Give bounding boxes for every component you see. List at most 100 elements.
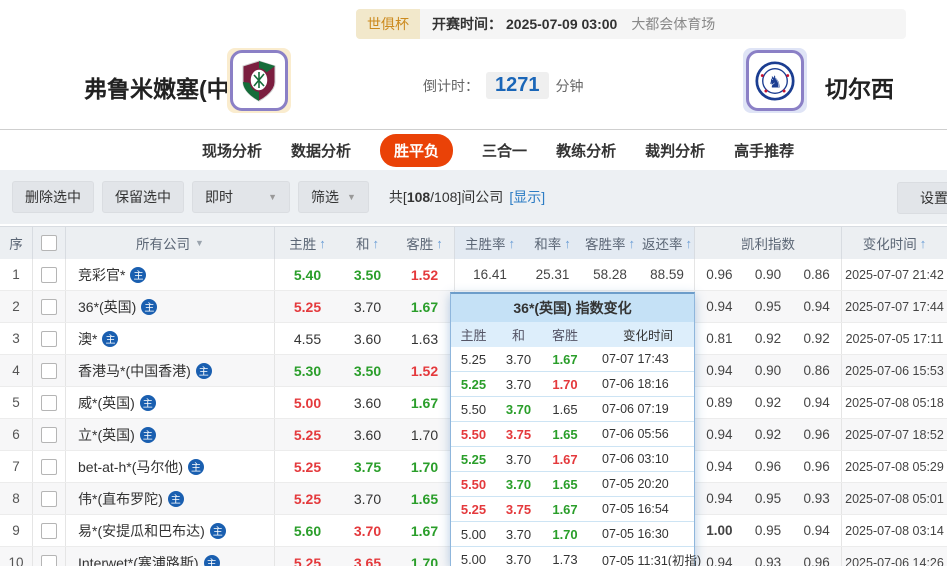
- odds-draw[interactable]: 3.70: [340, 483, 395, 514]
- odds-draw[interactable]: 3.50: [340, 259, 395, 290]
- odds-away[interactable]: 1.70: [395, 419, 455, 450]
- tab-data[interactable]: 数据分析: [291, 140, 351, 161]
- company-label: 伟*(直布罗陀): [78, 490, 163, 507]
- rate-away: 58.28: [593, 267, 627, 282]
- row-checkbox[interactable]: [41, 458, 57, 475]
- odds-draw[interactable]: 3.60: [340, 387, 395, 418]
- odds-draw[interactable]: 3.60: [340, 323, 395, 354]
- sort-up-icon[interactable]: ↑: [629, 236, 636, 251]
- row-checkbox[interactable]: [41, 426, 57, 443]
- odds-home[interactable]: 5.25: [275, 291, 340, 322]
- odds-home[interactable]: 4.55: [275, 323, 340, 354]
- company-name[interactable]: bet-at-h*(马尔他) 主: [66, 451, 275, 482]
- delete-selected-button[interactable]: 删除选中: [12, 181, 94, 213]
- row-checkbox[interactable]: [41, 394, 57, 411]
- row-checkbox[interactable]: [41, 298, 57, 315]
- odds-home[interactable]: 5.25: [275, 483, 340, 514]
- company-name[interactable]: 威*(英国) 主: [66, 387, 275, 418]
- row-checkbox-cell: [33, 515, 66, 546]
- company-count: 共[108/108]间公司: [388, 189, 504, 205]
- odds-home[interactable]: 5.30: [275, 355, 340, 386]
- select-all-checkbox[interactable]: [41, 235, 57, 251]
- row-checkbox[interactable]: [41, 362, 57, 379]
- row-checkbox[interactable]: [41, 330, 57, 347]
- away-team-name: 切尔西: [825, 76, 894, 102]
- change-time: 2025-07-08 05:29: [845, 459, 944, 474]
- show-link[interactable]: [显示]: [509, 187, 545, 207]
- column-header-label: 客胜率: [585, 237, 626, 252]
- sort-up-icon[interactable]: ↑: [564, 236, 571, 251]
- kelly-draw: 0.92: [754, 331, 782, 346]
- kickoff-label: 开赛时间：: [432, 16, 502, 32]
- row-checkbox[interactable]: [41, 554, 57, 566]
- fluminense-shield-icon: [242, 59, 276, 102]
- away-crest-frame: ♞: [746, 50, 804, 111]
- row-checkbox[interactable]: [41, 266, 57, 283]
- odds-home[interactable]: 5.00: [275, 387, 340, 418]
- odds-away[interactable]: 1.63: [395, 323, 455, 354]
- tab-expert[interactable]: 高手推荐: [734, 140, 794, 161]
- tab-coach[interactable]: 教练分析: [556, 140, 616, 161]
- home-odds-badge-icon: 主: [102, 330, 119, 347]
- rate-payout: 88.59: [640, 259, 695, 290]
- company-name[interactable]: 竞彩官* 主: [66, 259, 275, 290]
- odds-away[interactable]: 1.67: [395, 291, 455, 322]
- table-row[interactable]: 1 竞彩官* 主 5.40 3.50 1.52 16.41 25.31 58.28 88.59 0.…: [0, 259, 947, 291]
- popup-odds-away: 1.70: [552, 526, 578, 542]
- odds-away[interactable]: 1.52: [395, 355, 455, 386]
- odds-away[interactable]: 1.67: [395, 387, 455, 418]
- company-count-selected: 108: [406, 189, 431, 205]
- tab-wdl[interactable]: 胜平负: [380, 133, 454, 167]
- sort-up-icon[interactable]: ↑: [920, 236, 927, 251]
- kelly-values: 0.81 0.92 0.92: [695, 331, 841, 346]
- tab-three-in-one[interactable]: 三合一: [482, 140, 527, 161]
- company-name[interactable]: 36*(英国) 主: [66, 291, 275, 322]
- odds-away[interactable]: 1.65: [395, 483, 455, 514]
- kelly-draw: 0.90: [754, 267, 782, 282]
- odds-draw[interactable]: 3.70: [340, 515, 395, 546]
- company-label: bet-at-h*(马尔他): [78, 458, 184, 475]
- odds-away[interactable]: 1.70: [395, 547, 455, 566]
- popup-odds-away: 1.73: [552, 551, 578, 566]
- kelly-draw: 0.92: [754, 427, 782, 442]
- time-mode-dropdown[interactable]: 即时 ▼: [192, 181, 290, 213]
- odds-away[interactable]: 1.52: [395, 259, 455, 290]
- odds-draw[interactable]: 3.75: [340, 451, 395, 482]
- sort-up-icon[interactable]: ↑: [319, 236, 326, 251]
- sort-up-icon[interactable]: ↑: [686, 236, 693, 251]
- filter-dropdown[interactable]: 筛选 ▼: [298, 181, 369, 213]
- odds-away[interactable]: 1.70: [395, 451, 455, 482]
- odds-home[interactable]: 5.60: [275, 515, 340, 546]
- kelly-away: 0.86: [803, 267, 830, 282]
- row-checkbox[interactable]: [41, 490, 57, 507]
- tab-referee[interactable]: 裁判分析: [645, 140, 705, 161]
- popup-row: 5.00 3.70 1.70 07-05 16:30: [451, 522, 694, 547]
- company-name[interactable]: 立*(英国) 主: [66, 419, 275, 450]
- keep-selected-button[interactable]: 保留选中: [102, 181, 184, 213]
- odds-home[interactable]: 5.25: [275, 419, 340, 450]
- company-name[interactable]: Interwet*(塞浦路斯) 主: [66, 547, 275, 566]
- odds-draw[interactable]: 3.60: [340, 419, 395, 450]
- home-odds-badge-icon: 主: [188, 458, 205, 475]
- company-name[interactable]: 易*(安提瓜和巴布达) 主: [66, 515, 275, 546]
- popup-odds-home: 5.50: [460, 426, 487, 442]
- kelly-cell: 1.00 0.95 0.94: [695, 515, 842, 546]
- company-name[interactable]: 澳* 主: [66, 323, 275, 354]
- odds-home[interactable]: 5.25: [275, 547, 340, 566]
- odds-draw[interactable]: 3.70: [340, 291, 395, 322]
- odds-draw[interactable]: 3.65: [340, 547, 395, 566]
- odds-draw[interactable]: 3.50: [340, 355, 395, 386]
- company-name[interactable]: 伟*(直布罗陀) 主: [66, 483, 275, 514]
- odds-home[interactable]: 5.40: [275, 259, 340, 290]
- row-checkbox[interactable]: [41, 522, 57, 539]
- odds-away[interactable]: 1.67: [395, 515, 455, 546]
- odds-home[interactable]: 5.25: [275, 451, 340, 482]
- sort-up-icon[interactable]: ↑: [373, 236, 380, 251]
- company-name[interactable]: 香港马*(中国香港) 主: [66, 355, 275, 386]
- chevron-down-icon[interactable]: ▼: [195, 238, 204, 248]
- sort-up-icon[interactable]: ↑: [436, 236, 443, 251]
- sort-up-icon[interactable]: ↑: [509, 236, 516, 251]
- settings-select-button[interactable]: 设置/选择: [897, 182, 947, 214]
- tab-live[interactable]: 现场分析: [202, 140, 262, 161]
- row-checkbox-cell: [33, 323, 66, 354]
